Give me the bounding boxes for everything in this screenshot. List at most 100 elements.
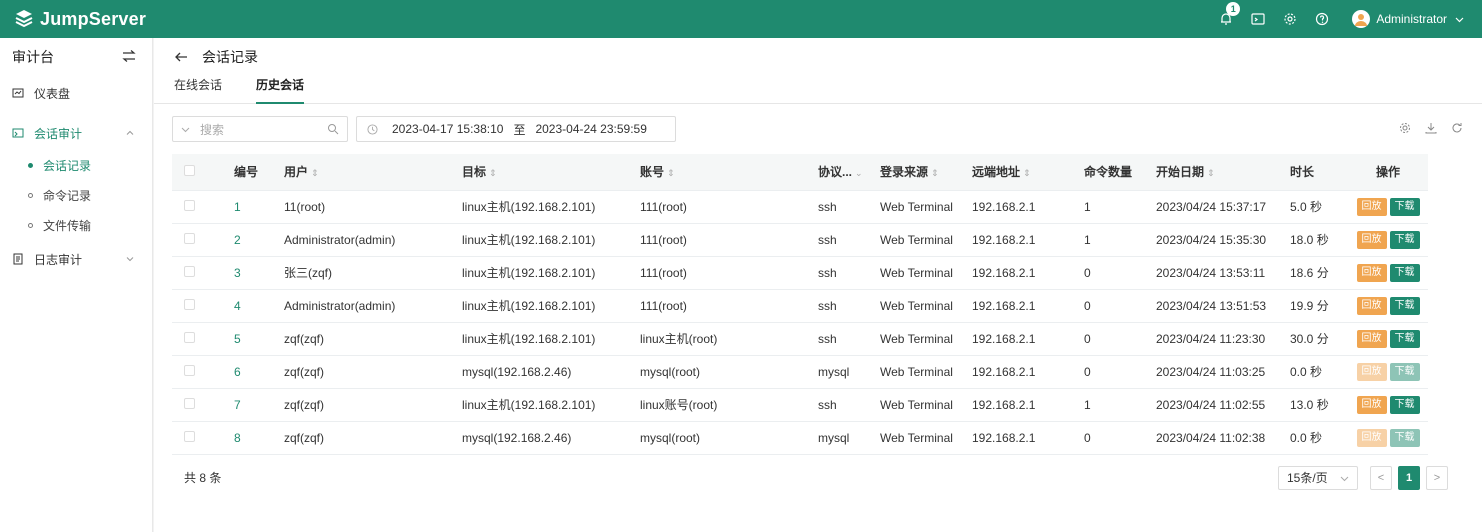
column-settings-icon[interactable] [1398, 121, 1412, 135]
search-input[interactable]: 搜索 [172, 116, 348, 142]
row-checkbox[interactable] [184, 199, 195, 211]
notification-badge: 1 [1226, 2, 1241, 16]
row-checkbox-cell [172, 190, 222, 224]
cell-commands: 0 [1072, 322, 1144, 356]
col-header-start-date[interactable]: 开始日期 ⇕ [1144, 154, 1278, 191]
tab-online-sessions[interactable]: 在线会话 [174, 76, 222, 104]
sort-icon[interactable]: ⇕ [1023, 168, 1031, 178]
replay-button[interactable]: 回放 [1356, 230, 1387, 249]
row-checkbox[interactable] [184, 397, 195, 409]
row-checkbox[interactable] [184, 232, 195, 244]
replay-button[interactable]: 回放 [1356, 362, 1387, 381]
sidebar-item-log-audit[interactable]: 日志审计 [0, 242, 152, 276]
col-header-actions: 操作 [1348, 154, 1428, 191]
page-size-select[interactable]: 15条/页 [1278, 465, 1358, 490]
col-label: 开始日期 [1156, 165, 1205, 180]
row-checkbox[interactable] [184, 364, 195, 376]
col-header-user[interactable]: 用户 ⇕ [272, 154, 450, 191]
cell-commands: 0 [1072, 256, 1144, 290]
cell-user: zqf(zqf) [272, 388, 450, 422]
download-button[interactable]: 下载 [1389, 296, 1420, 315]
table-row[interactable]: 3 张三(zqf) linux主机(192.168.2.101) 111(root) s… [172, 256, 1428, 290]
col-header-protocol[interactable]: 协议... ⌄ [806, 154, 868, 191]
cell-id[interactable]: 3 [222, 256, 272, 290]
row-checkbox[interactable] [184, 331, 195, 343]
filter-icon[interactable]: ⌄ [855, 168, 863, 178]
sidebar-sub-label: 文件传输 [43, 218, 92, 233]
sidebar-sub-command-records[interactable]: 命令记录 [0, 180, 152, 210]
cell-id[interactable]: 2 [222, 223, 272, 257]
cell-id[interactable]: 6 [222, 355, 272, 389]
cell-start: 2023/04/24 15:35:30 [1144, 223, 1278, 257]
session-audit-icon [12, 128, 24, 138]
cell-remote: 192.168.2.1 [960, 421, 1072, 455]
help-icon[interactable] [1314, 11, 1330, 27]
sort-icon[interactable]: ⇕ [311, 168, 319, 178]
col-header-target[interactable]: 目标 ⇕ [450, 154, 628, 191]
back-arrow-icon[interactable] [174, 50, 188, 64]
download-button[interactable]: 下载 [1389, 230, 1420, 249]
sidebar-sub-session-records[interactable]: 会话记录 [0, 150, 152, 180]
avatar [1352, 10, 1371, 28]
download-button[interactable]: 下载 [1389, 362, 1420, 381]
chevron-down-icon [1340, 476, 1349, 481]
cell-actions: 回放 下载 [1348, 289, 1428, 323]
select-all-checkbox[interactable] [184, 164, 195, 176]
table-row[interactable]: 7 zqf(zqf) linux主机(192.168.2.101) linux账号(r… [172, 388, 1428, 422]
sidebar-item-session-audit[interactable]: 会话审计 [0, 116, 152, 150]
cell-account: 111(root) [628, 256, 806, 290]
sort-icon[interactable]: ⇕ [1207, 168, 1215, 178]
sort-icon[interactable]: ⇕ [931, 168, 939, 178]
col-label: 账号 [640, 165, 665, 180]
terminal-icon[interactable] [1250, 11, 1266, 27]
download-button[interactable]: 下载 [1389, 197, 1420, 216]
download-button[interactable]: 下载 [1389, 263, 1420, 282]
replay-button[interactable]: 回放 [1356, 395, 1387, 414]
logo[interactable]: JumpServer [14, 9, 146, 30]
sidebar-item-dashboard[interactable]: 仪表盘 [0, 76, 152, 110]
download-button[interactable]: 下载 [1389, 428, 1420, 447]
row-checkbox[interactable] [184, 430, 195, 442]
user-menu[interactable]: Administrator [1352, 10, 1464, 28]
replay-button[interactable]: 回放 [1356, 263, 1387, 282]
bell-icon[interactable]: 1 [1218, 2, 1241, 27]
search-icon[interactable] [327, 123, 339, 135]
table-row[interactable]: 1 11(root) linux主机(192.168.2.101) 111(root)… [172, 190, 1428, 224]
settings-icon[interactable] [1282, 11, 1298, 27]
bullet-icon [28, 192, 33, 198]
row-checkbox[interactable] [184, 265, 195, 277]
sort-icon[interactable]: ⇕ [667, 168, 675, 178]
cell-id[interactable]: 4 [222, 289, 272, 323]
refresh-icon[interactable] [1450, 121, 1464, 135]
export-icon[interactable] [1424, 121, 1438, 135]
table-row[interactable]: 5 zqf(zqf) linux主机(192.168.2.101) linux主机(r… [172, 322, 1428, 356]
cell-id[interactable]: 1 [222, 190, 272, 224]
table-row[interactable]: 4 Administrator(admin) linux主机(192.168.2.1… [172, 289, 1428, 323]
row-checkbox[interactable] [184, 298, 195, 310]
sort-icon[interactable]: ⇕ [489, 168, 497, 178]
table-row[interactable]: 2 Administrator(admin) linux主机(192.168.2.1… [172, 223, 1428, 257]
cell-remote: 192.168.2.1 [960, 256, 1072, 290]
cell-id[interactable]: 5 [222, 322, 272, 356]
download-button[interactable]: 下载 [1389, 329, 1420, 348]
prev-page-button[interactable]: < [1370, 465, 1392, 490]
sidebar-sub-file-transfer[interactable]: 文件传输 [0, 210, 152, 240]
next-page-button[interactable]: > [1426, 465, 1448, 490]
replay-button[interactable]: 回放 [1356, 428, 1387, 447]
page-number-button[interactable]: 1 [1398, 465, 1420, 490]
col-header-account[interactable]: 账号 ⇕ [628, 154, 806, 191]
table-row[interactable]: 8 zqf(zqf) mysql(192.168.2.46) mysql(root) m… [172, 421, 1428, 455]
cell-id[interactable]: 8 [222, 421, 272, 455]
switch-view-icon[interactable] [122, 49, 136, 65]
table-row[interactable]: 6 zqf(zqf) mysql(192.168.2.46) mysql(root) m… [172, 355, 1428, 389]
replay-button[interactable]: 回放 [1356, 329, 1387, 348]
replay-button[interactable]: 回放 [1356, 197, 1387, 216]
date-range-picker[interactable]: 2023-04-17 15:38:10 至 2023-04-24 23:59:5… [356, 116, 676, 142]
download-button[interactable]: 下载 [1389, 395, 1420, 414]
sidebar: 审计台 仪表盘 会话审计 会话记录 命令记录 文件传输 日志审计 [0, 38, 153, 532]
col-header-login-source[interactable]: 登录来源 ⇕ [868, 154, 960, 191]
cell-id[interactable]: 7 [222, 388, 272, 422]
col-header-remote-addr[interactable]: 远端地址 ⇕ [960, 154, 1072, 191]
replay-button[interactable]: 回放 [1356, 296, 1387, 315]
tab-history-sessions[interactable]: 历史会话 [256, 76, 305, 104]
